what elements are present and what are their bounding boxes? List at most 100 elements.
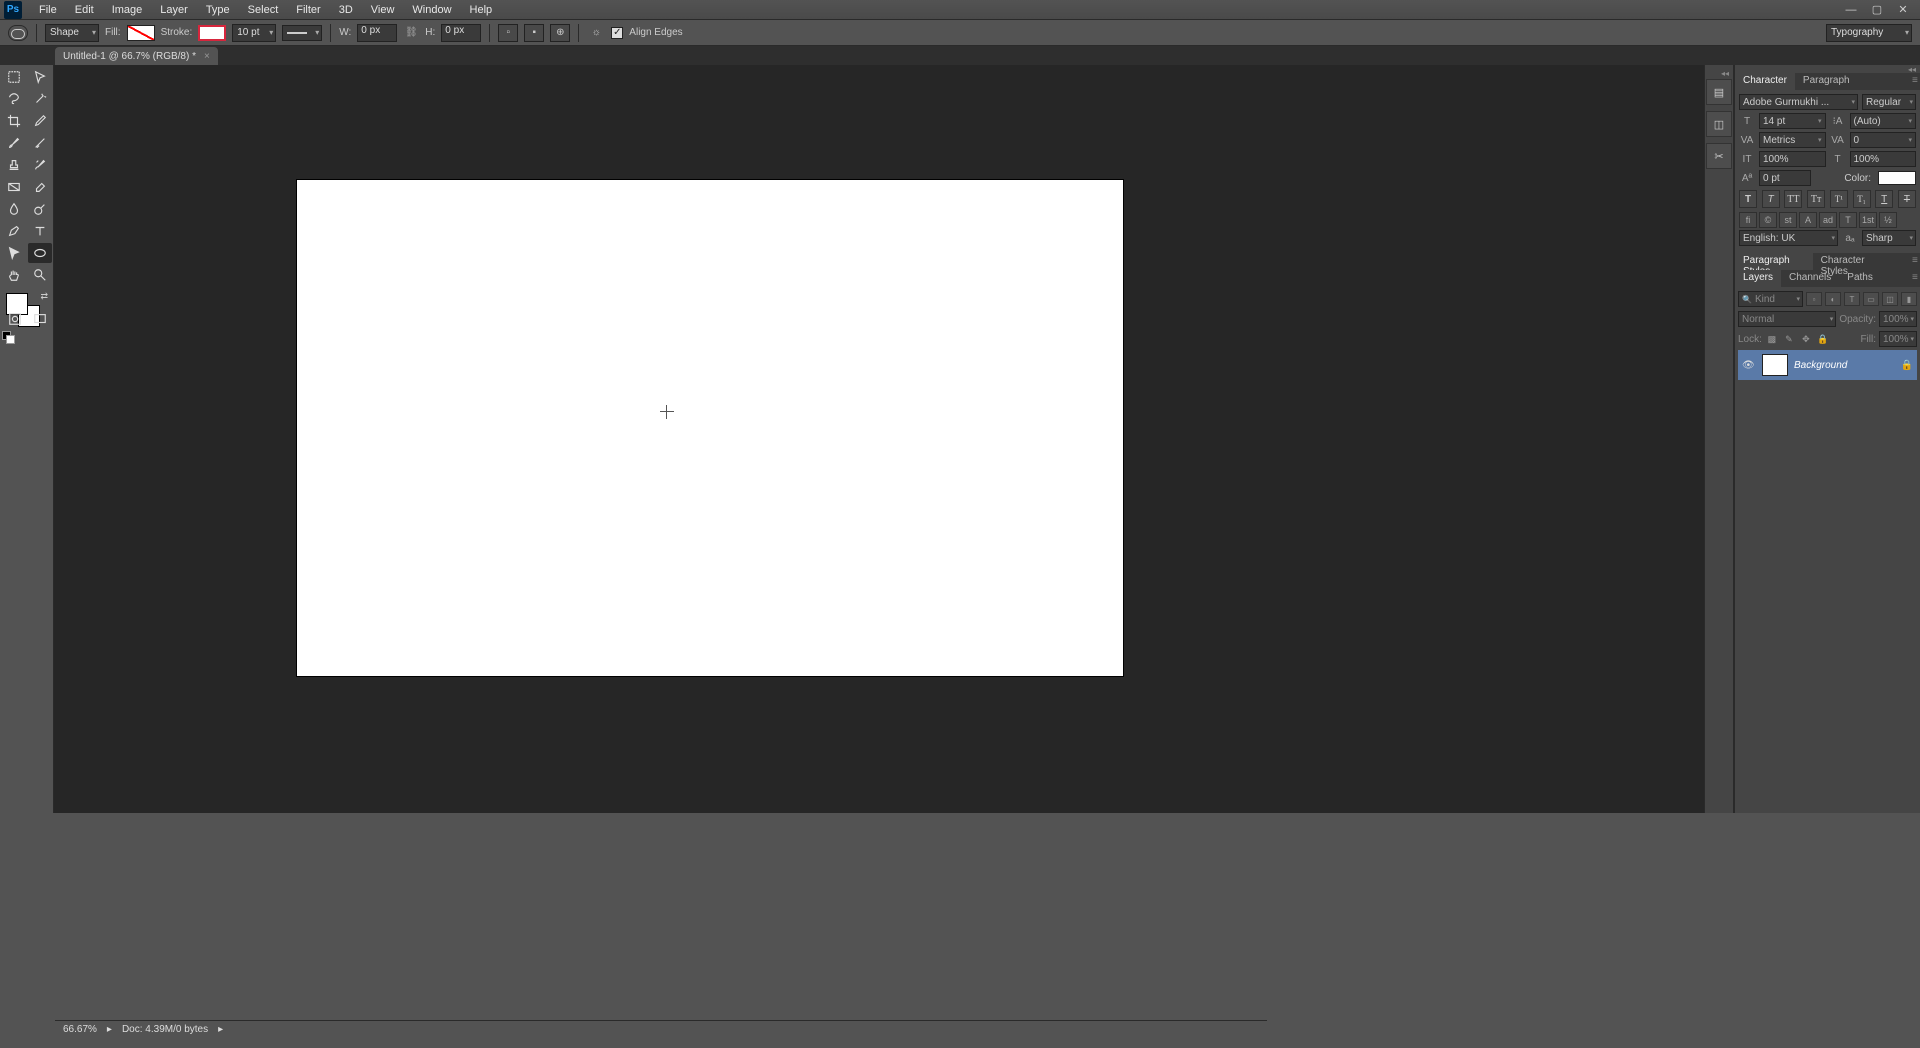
healing-tool[interactable] (28, 133, 52, 153)
status-expand-icon[interactable]: ▸ (107, 1024, 112, 1035)
move-tool[interactable] (28, 67, 52, 87)
current-tool-icon[interactable] (8, 25, 28, 41)
lock-transparency-icon[interactable]: ▩ (1765, 332, 1779, 346)
collapsed-panel-glyphs-icon[interactable]: ▤ (1706, 79, 1732, 105)
quickmask-toggle[interactable] (3, 309, 27, 329)
fill-swatch[interactable] (127, 25, 155, 41)
layer-lock-icon[interactable]: 🔒 (1901, 360, 1913, 371)
ordinals-button[interactable]: 1st (1859, 212, 1877, 228)
menu-image[interactable]: Image (103, 2, 152, 18)
baseline-input[interactable]: 0 pt (1759, 170, 1811, 186)
doc-info-arrow-icon[interactable]: ▸ (218, 1024, 223, 1035)
menu-layer[interactable]: Layer (151, 2, 197, 18)
brush-tool[interactable] (2, 133, 26, 153)
eyedropper-tool[interactable] (28, 111, 52, 131)
swap-colors-icon[interactable]: ⇄ (40, 291, 48, 302)
filter-type-icon[interactable]: T (1844, 292, 1860, 306)
stroke-swatch[interactable] (198, 25, 226, 41)
filter-adjust-icon[interactable]: ◐ (1825, 292, 1841, 306)
lock-position-icon[interactable]: ✥ (1799, 332, 1813, 346)
opacity-input[interactable]: 100% (1879, 311, 1917, 327)
shape-tool[interactable] (28, 243, 52, 263)
stroke-style-select[interactable] (282, 25, 322, 41)
kerning-select[interactable]: Metrics (1759, 132, 1826, 148)
window-close[interactable]: ✕ (1890, 1, 1916, 19)
stylistic-button[interactable]: ad (1819, 212, 1837, 228)
gradient-tool[interactable] (2, 177, 26, 197)
antialias-select[interactable]: Sharp (1862, 230, 1916, 246)
hscale-input[interactable]: 100% (1850, 151, 1917, 167)
subscript-button[interactable]: T₁ (1853, 190, 1871, 208)
discretionary-button[interactable]: st (1779, 212, 1797, 228)
document-canvas[interactable] (297, 180, 1123, 676)
path-options-button[interactable]: ⊕ (550, 24, 570, 42)
layer-filter-select[interactable]: 🔍Kind (1738, 291, 1803, 307)
layer-fill-input[interactable]: 100% (1879, 331, 1917, 347)
swash-button[interactable]: A (1799, 212, 1817, 228)
paragraph-panel-tab[interactable]: Paragraph (1795, 73, 1858, 90)
eraser-tool[interactable] (28, 177, 52, 197)
leading-input[interactable]: (Auto) (1850, 113, 1917, 129)
menu-filter[interactable]: Filter (287, 2, 329, 18)
magic-wand-tool[interactable] (28, 89, 52, 109)
screenmode-toggle[interactable] (28, 309, 52, 329)
stamp-tool[interactable] (2, 155, 26, 175)
vscale-input[interactable]: 100% (1759, 151, 1826, 167)
layer-background[interactable]: 👁 Background 🔒 (1738, 350, 1917, 380)
link-wh-icon[interactable]: ⛓ (403, 25, 419, 41)
workspace-select[interactable]: Typography (1826, 24, 1912, 42)
collapsed-panel-adjustments-icon[interactable]: ✂ (1706, 143, 1732, 169)
align-edges-checkbox[interactable]: ✓ (611, 27, 623, 39)
menu-edit[interactable]: Edit (66, 2, 103, 18)
italic-button[interactable]: T (1762, 190, 1780, 208)
close-tab-icon[interactable]: × (204, 51, 210, 62)
lock-all-icon[interactable]: 🔒 (1816, 332, 1830, 346)
allcaps-button[interactable]: TT (1784, 190, 1802, 208)
menu-file[interactable]: File (30, 2, 66, 18)
layer-name[interactable]: Background (1794, 360, 1895, 371)
bold-button[interactable]: T (1739, 190, 1757, 208)
menu-type[interactable]: Type (197, 2, 239, 18)
zoom-tool[interactable] (28, 265, 52, 285)
strikethrough-button[interactable]: T (1898, 190, 1916, 208)
path-align-button[interactable]: ▫ (498, 24, 518, 42)
layer-visibility-icon[interactable]: 👁 (1742, 360, 1756, 371)
menu-view[interactable]: View (362, 2, 404, 18)
lock-pixels-icon[interactable]: ✎ (1782, 332, 1796, 346)
tool-mode-select[interactable]: Shape (45, 24, 99, 42)
contextual-button[interactable]: © (1759, 212, 1777, 228)
layers-panel-menu-icon[interactable]: ≡ (1904, 270, 1920, 287)
document-tab[interactable]: Untitled-1 @ 66.7% (RGB/8) * × (55, 47, 218, 65)
font-family-select[interactable]: Adobe Gurmukhi ... (1739, 94, 1858, 110)
lasso-tool[interactable] (2, 89, 26, 109)
styles-panel-menu-icon[interactable]: ≡ (1904, 253, 1920, 270)
marquee-tool[interactable] (2, 67, 26, 87)
paragraph-styles-tab[interactable]: Paragraph Styles (1735, 253, 1813, 270)
menu-window[interactable]: Window (403, 2, 460, 18)
canvas-area[interactable] (54, 65, 1704, 813)
ligatures-button[interactable]: fi (1739, 212, 1757, 228)
filter-smart-icon[interactable]: ◫ (1882, 292, 1898, 306)
layers-tab[interactable]: Layers (1735, 270, 1781, 287)
font-size-input[interactable]: 14 pt (1759, 113, 1826, 129)
layer-thumbnail[interactable] (1762, 354, 1788, 376)
character-panel-menu-icon[interactable]: ≡ (1904, 73, 1920, 90)
filter-shape-icon[interactable]: ▭ (1863, 292, 1879, 306)
height-input[interactable]: 0 px (441, 24, 481, 42)
blur-tool[interactable] (2, 199, 26, 219)
smallcaps-button[interactable]: Tᴛ (1807, 190, 1825, 208)
zoom-level[interactable]: 66.67% (63, 1024, 97, 1035)
history-brush-tool[interactable] (28, 155, 52, 175)
doc-info[interactable]: Doc: 4.39M/0 bytes (122, 1024, 208, 1035)
font-style-select[interactable]: Regular (1862, 94, 1916, 110)
stroke-width-input[interactable]: 10 pt (232, 24, 276, 42)
character-styles-tab[interactable]: Character Styles (1813, 253, 1888, 270)
type-tool[interactable] (28, 221, 52, 241)
blend-mode-select[interactable]: Normal (1738, 311, 1836, 327)
titling-button[interactable]: T (1839, 212, 1857, 228)
character-panel-tab[interactable]: Character (1735, 73, 1795, 90)
hand-tool[interactable] (2, 265, 26, 285)
crop-tool[interactable] (2, 111, 26, 131)
text-color-swatch[interactable] (1878, 171, 1916, 185)
menu-3d[interactable]: 3D (330, 2, 362, 18)
